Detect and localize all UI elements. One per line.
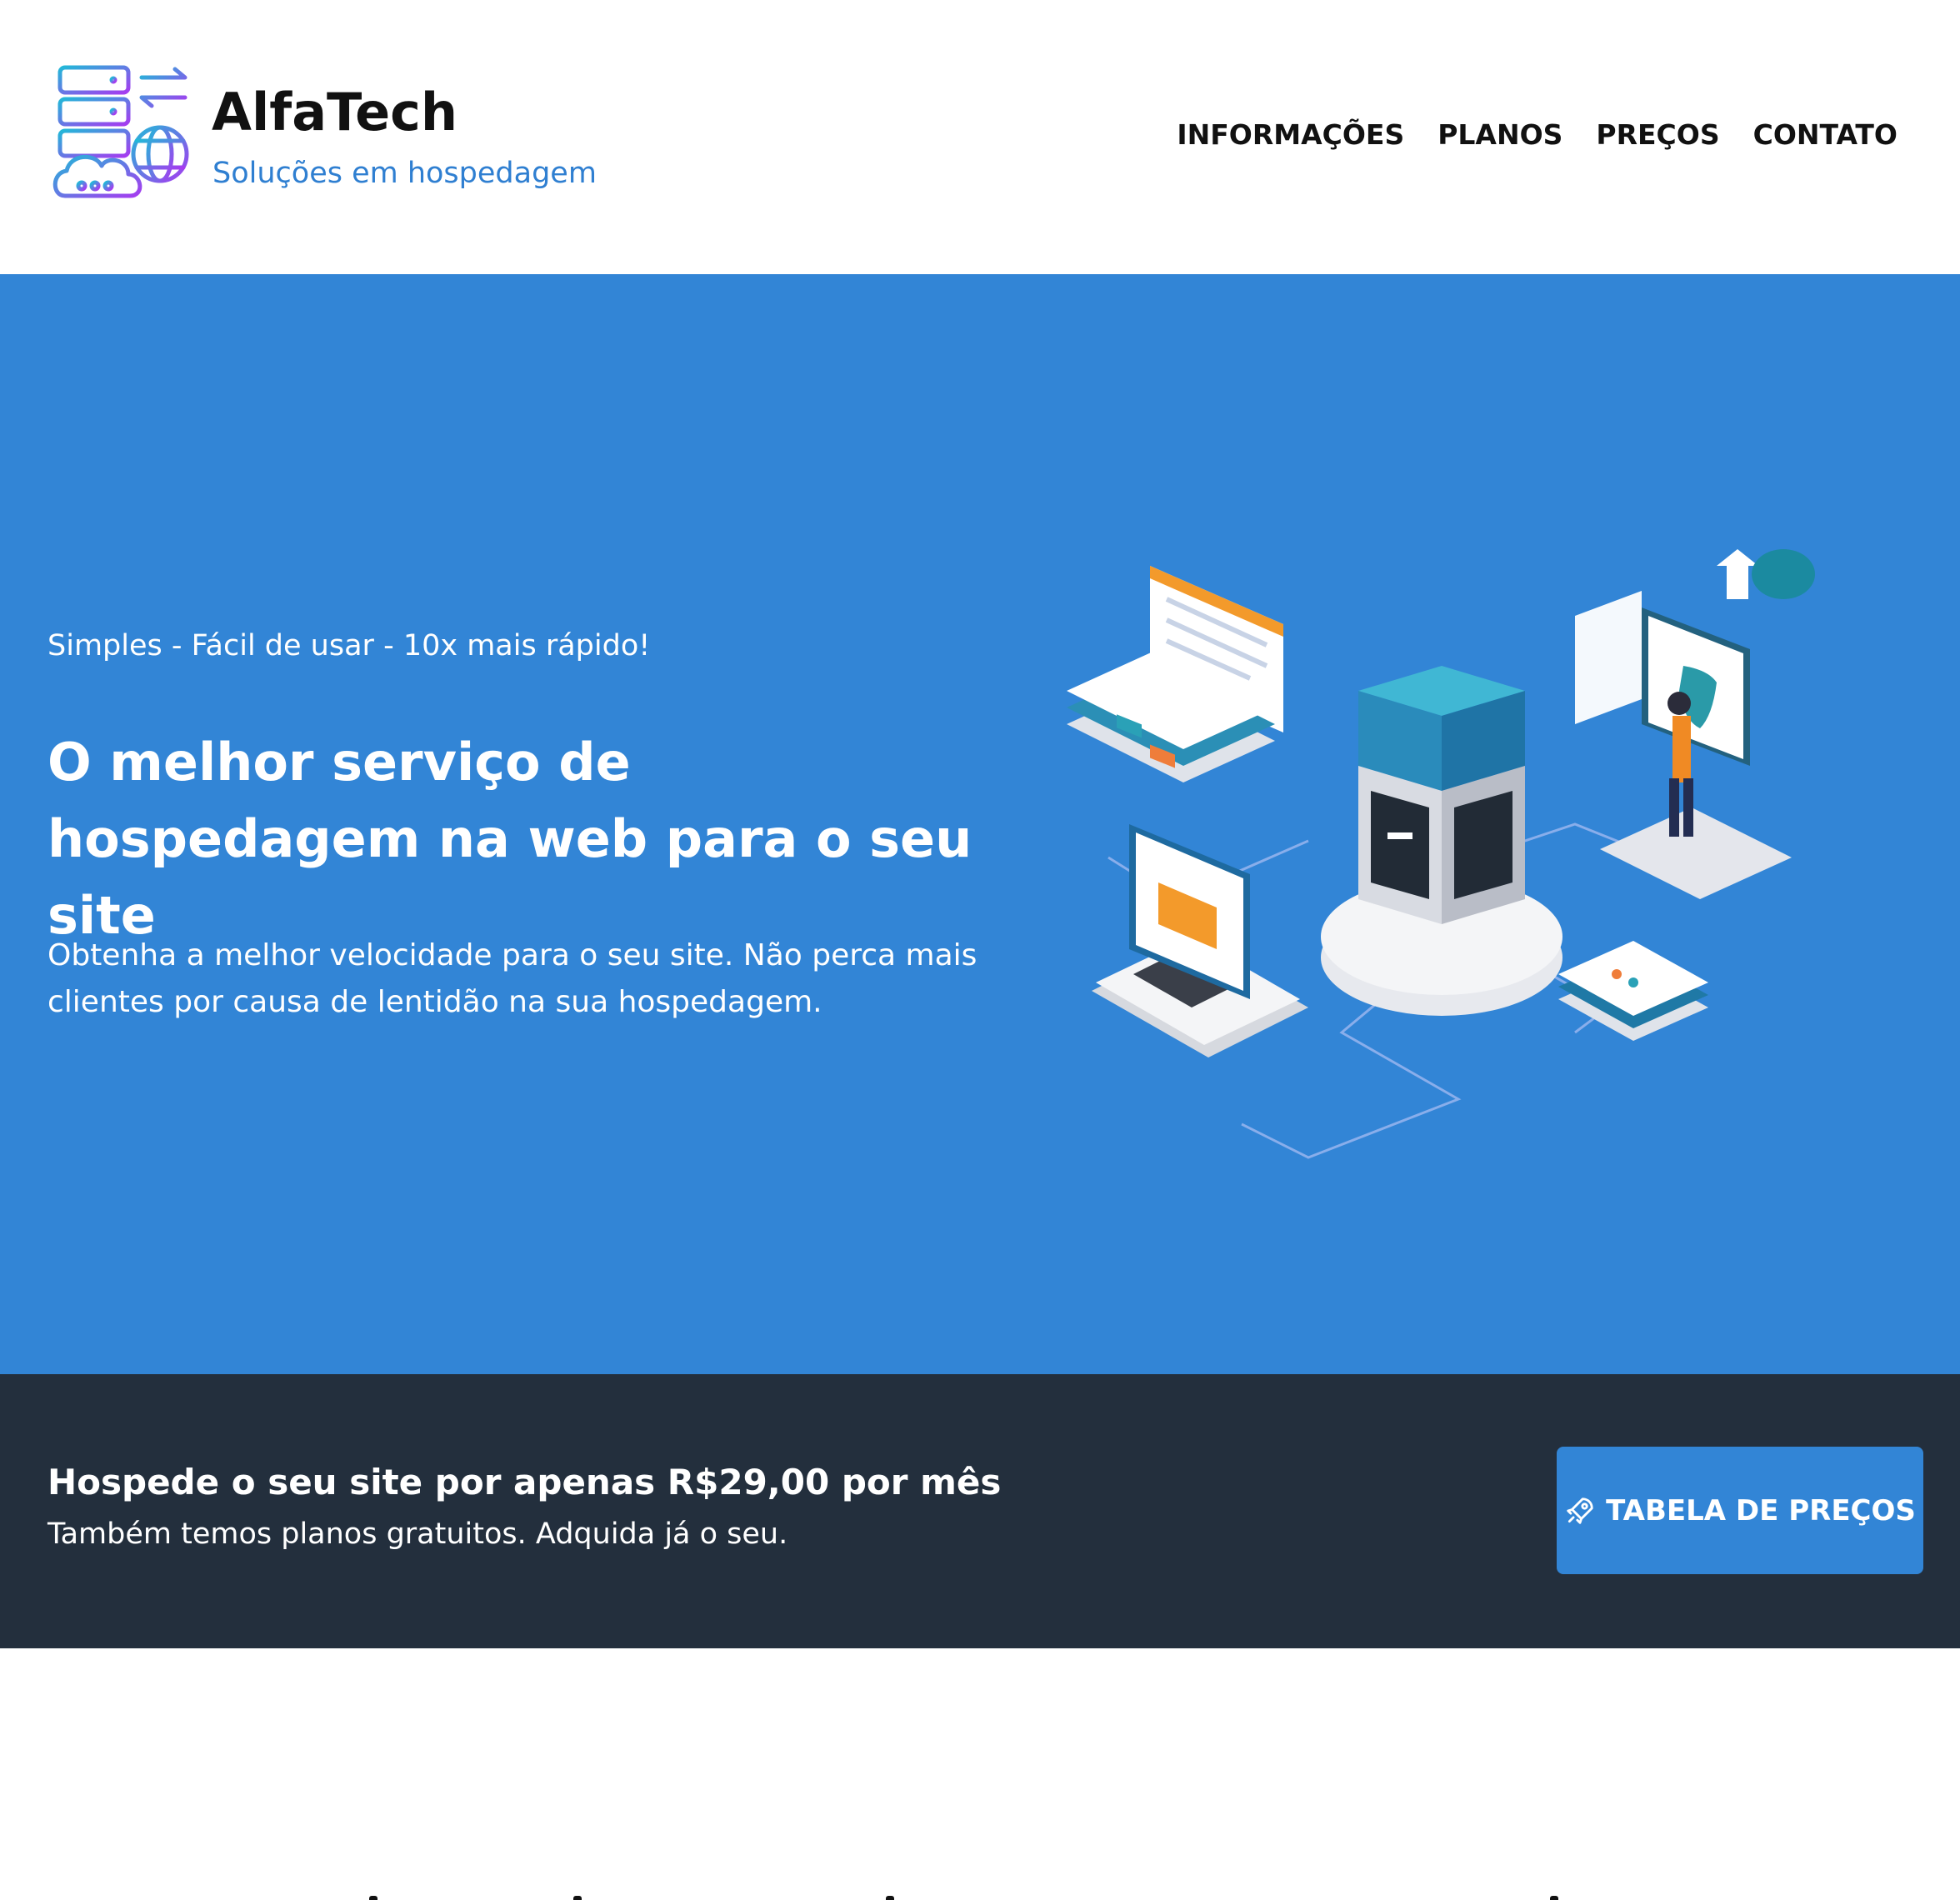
hosting-illustration <box>1067 549 1815 1159</box>
main-nav: INFORMAÇÕES PLANOS PREÇOS CONTATO <box>1177 118 1898 151</box>
price-table-button[interactable]: TABELA DE PREÇOS <box>1557 1447 1923 1574</box>
cta-band: Hospede o seu site por apenas R$29,00 po… <box>0 1374 1960 1648</box>
hero-title: O melhor serviço de hospedagem na web pa… <box>48 732 972 946</box>
next-section-heading-partial <box>0 1879 1960 1900</box>
nav-item-precos[interactable]: PREÇOS <box>1596 118 1719 151</box>
price-table-button-label: TABELA DE PREÇOS <box>1606 1493 1916 1528</box>
hero-section: Simples - Fácil de usar - 10x mais rápid… <box>0 274 1960 1374</box>
nav-item-informacoes[interactable]: INFORMAÇÕES <box>1177 118 1404 151</box>
brand-title[interactable]: AlfaTech <box>212 82 458 142</box>
hero-description: Obtenha a melhor velocidade para o seu s… <box>48 938 978 1019</box>
brand-subtitle: Soluções em hospedagem <box>212 157 597 190</box>
nav-item-planos[interactable]: PLANOS <box>1438 118 1562 151</box>
site-header: AlfaTech Soluções em hospedagem INFORMAÇ… <box>0 0 1960 274</box>
server-cloud-logo-icon[interactable] <box>48 62 195 209</box>
cta-subtitle: Também temos planos gratuitos. Adquida j… <box>48 1518 788 1551</box>
rocket-icon <box>1567 1497 1593 1524</box>
nav-item-contato[interactable]: CONTATO <box>1753 118 1898 151</box>
hero-tagline: Simples - Fácil de usar - 10x mais rápid… <box>48 629 651 662</box>
cta-title: Hospede o seu site por apenas R$29,00 po… <box>48 1462 1002 1502</box>
